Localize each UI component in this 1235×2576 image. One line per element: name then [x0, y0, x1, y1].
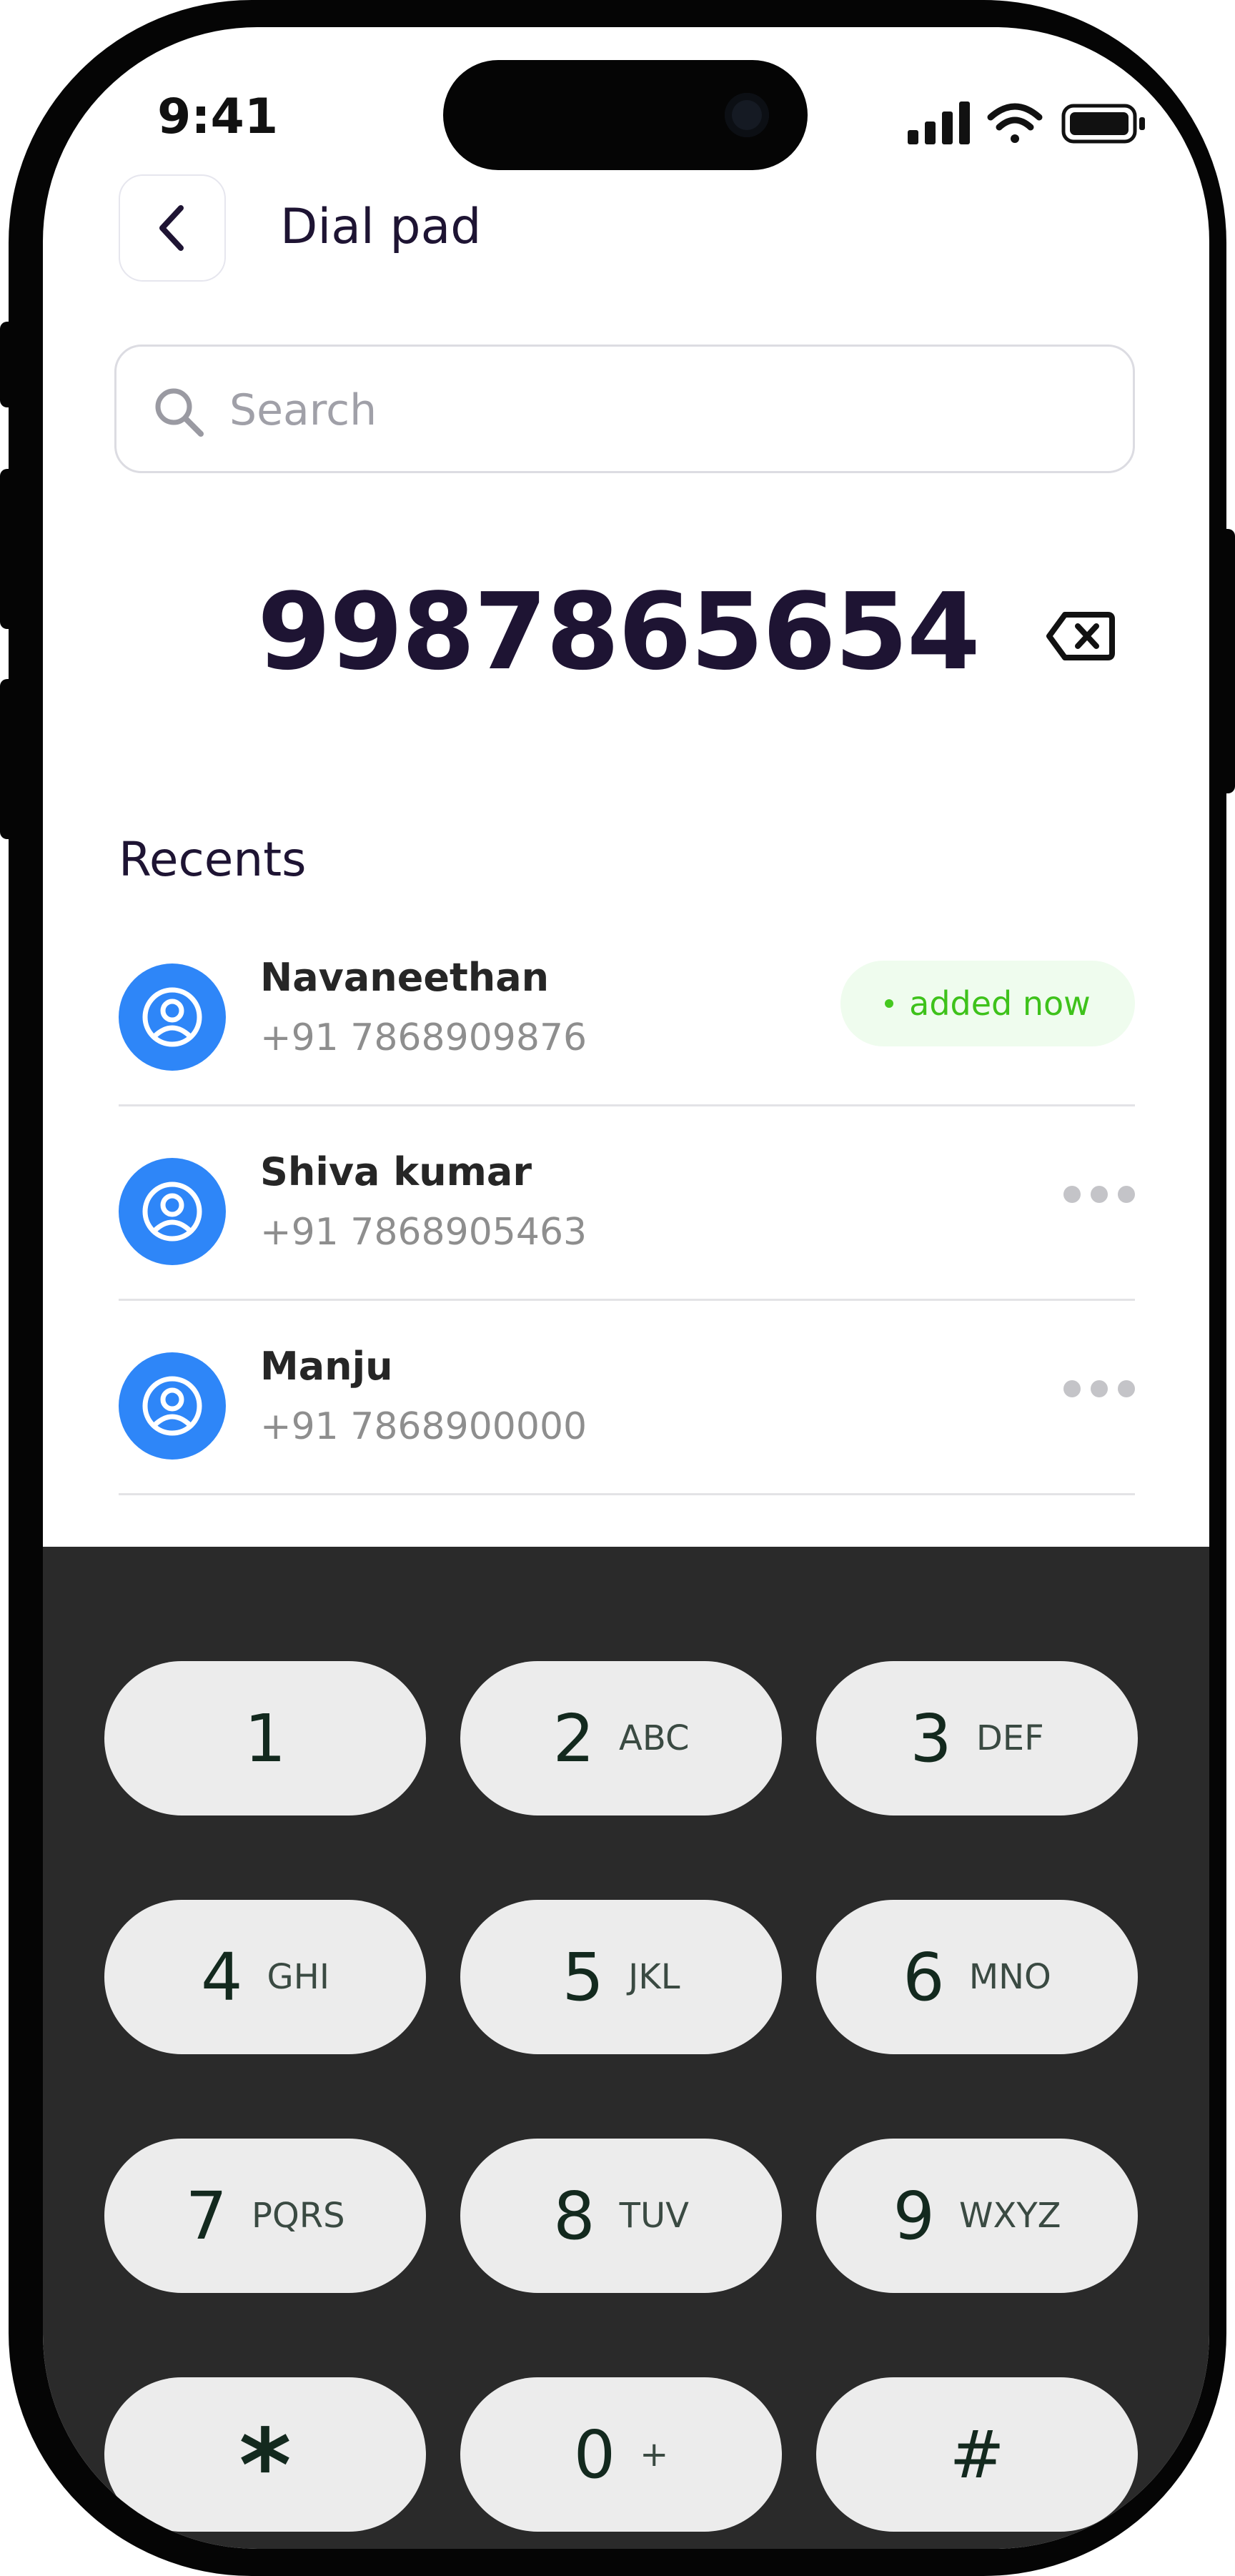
user-icon	[142, 1182, 202, 1242]
key-digit: 8	[553, 2177, 595, 2254]
key-6[interactable]: 6 MNO	[816, 1900, 1138, 2054]
key-letters: WXYZ	[959, 2196, 1061, 2236]
search-bar[interactable]	[114, 345, 1135, 473]
key-8[interactable]: 8 TUV	[460, 2139, 782, 2293]
backspace-button[interactable]	[1045, 608, 1116, 668]
key-letters: ABC	[619, 1718, 690, 1758]
contact-phone: +91 7868909876	[260, 1016, 587, 1059]
search-input[interactable]	[228, 375, 1088, 445]
key-0[interactable]: 0 +	[460, 2377, 782, 2532]
key-letters: JKL	[628, 1957, 680, 1997]
key-3[interactable]: 3 DEF	[816, 1661, 1138, 1815]
avatar	[119, 963, 226, 1071]
signal-icon	[908, 101, 970, 144]
key-digit: #	[949, 2416, 1005, 2493]
key-letters: TUV	[619, 2196, 689, 2236]
back-button[interactable]	[119, 174, 226, 282]
key-digit: 5	[562, 1938, 605, 2016]
status-badge: added now	[840, 961, 1135, 1046]
contact-name: Manju	[260, 1344, 393, 1389]
contact-phone: +91 7868900000	[260, 1405, 587, 1448]
key-1[interactable]: 1	[104, 1661, 426, 1815]
camera-icon	[725, 93, 769, 137]
avatar	[119, 1158, 226, 1265]
recent-item[interactable]: Navaneethan +91 7868909876 added now	[119, 912, 1135, 1106]
key-digit: *	[239, 2408, 292, 2525]
key-letters: PQRS	[252, 2196, 345, 2236]
key-digit: 4	[201, 1938, 243, 2016]
key-digit: 7	[185, 2177, 227, 2254]
key-digit: 0	[573, 2416, 616, 2493]
device-frame: 9:41 Dial pad Search 9987865654 Recents …	[9, 0, 1226, 2576]
key-digit: 1	[244, 1700, 287, 1777]
dot-icon	[885, 999, 894, 1008]
key-letters: MNO	[968, 1957, 1051, 1997]
key-7[interactable]: 7 PQRS	[104, 2139, 426, 2293]
key-letters: GHI	[267, 1957, 329, 1997]
key-5[interactable]: 5 JKL	[460, 1900, 782, 2054]
page-title: Dial pad	[280, 199, 482, 255]
key-letters: DEF	[976, 1718, 1044, 1758]
key-digit: 9	[893, 2177, 935, 2254]
more-options-icon[interactable]	[1063, 1184, 1135, 1205]
more-options-icon[interactable]	[1063, 1378, 1135, 1400]
dialed-number: 9987865654	[257, 570, 981, 693]
key-star[interactable]: *	[104, 2377, 426, 2532]
user-icon	[142, 1376, 202, 1436]
key-letters: +	[640, 2434, 669, 2475]
contact-phone: +91 7868905463	[260, 1211, 587, 1254]
backspace-icon	[1046, 612, 1115, 660]
contact-name: Shiva kumar	[260, 1149, 532, 1194]
search-icon	[155, 388, 204, 437]
battery-icon	[1061, 104, 1145, 144]
key-digit: 3	[910, 1700, 952, 1777]
wifi-icon	[987, 103, 1043, 143]
key-4[interactable]: 4 GHI	[104, 1900, 426, 2054]
key-hash[interactable]: #	[816, 2377, 1138, 2532]
avatar	[119, 1352, 226, 1460]
dial-keypad: 1 2 ABC 3 DEF 4 GHI 5 JKL 6 MNO 7 PQRS 8…	[43, 1547, 1209, 2549]
key-2[interactable]: 2 ABC	[460, 1661, 782, 1815]
user-icon	[142, 987, 202, 1047]
status-icons	[908, 99, 1165, 149]
key-9[interactable]: 9 WXYZ	[816, 2139, 1138, 2293]
recent-item[interactable]: Manju +91 7868900000	[119, 1301, 1135, 1495]
recent-item[interactable]: Shiva kumar +91 7868905463	[119, 1106, 1135, 1301]
contact-name: Navaneethan	[260, 955, 550, 1000]
key-digit: 2	[552, 1700, 595, 1777]
recents-title: Recents	[119, 832, 307, 887]
status-time: 9:41	[157, 89, 279, 145]
phone-screen: 9:41 Dial pad Search 9987865654 Recents …	[43, 27, 1209, 2549]
chevron-left-icon	[159, 205, 184, 251]
key-digit: 6	[903, 1938, 945, 2016]
status-badge-label: added now	[909, 984, 1091, 1023]
